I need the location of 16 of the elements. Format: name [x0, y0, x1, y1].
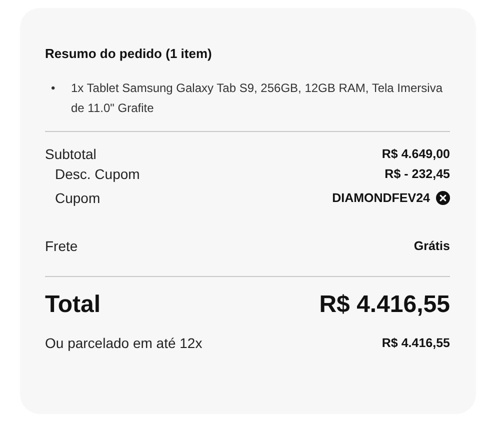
installments-value: R$ 4.416,55 [382, 334, 450, 352]
shipping-value: Grátis [414, 238, 450, 254]
line-label: Desc. Cupom [54, 164, 140, 184]
line-value: R$ - 232,45 [384, 166, 450, 182]
total-value: R$ 4.416,55 [319, 290, 450, 320]
line-label: Cupom [54, 188, 100, 208]
coupon-code: DIAMONDFEV24 [332, 190, 430, 206]
remove-icon[interactable] [436, 190, 450, 204]
summary-title: Resumo do pedido (1 item) [45, 45, 213, 63]
total-label: Total [45, 290, 101, 320]
installments-label: Ou parcelado em até 12x [45, 334, 202, 352]
line-label: Subtotal [45, 144, 96, 164]
shipping-label: Frete [45, 236, 78, 256]
bullet: • [51, 80, 56, 96]
order-item: 1x Tablet Samsung Galaxy Tab S9, 256GB, 12GB RAM, Tela Imersiva de 11.0" Grafite [71, 80, 444, 116]
line-value: R$ 4.649,00 [382, 146, 450, 162]
